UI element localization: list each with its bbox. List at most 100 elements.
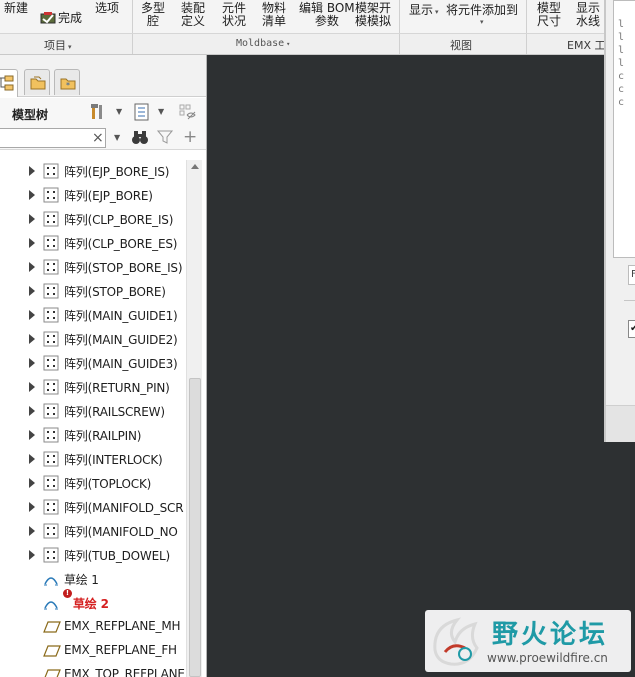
tree-row[interactable]: 阵列(MAIN_GUIDE2) bbox=[0, 328, 186, 350]
tree-row[interactable]: 阵列(STOP_BORE_IS) bbox=[0, 256, 186, 278]
add-component-label: 将元件添加到 bbox=[446, 3, 519, 17]
finish-button[interactable]: 完成 bbox=[58, 12, 82, 25]
binoculars-icon[interactable] bbox=[131, 129, 149, 148]
tree-row-plane[interactable]: EMX_REFPLANE_FH bbox=[0, 640, 186, 662]
tools-icon[interactable] bbox=[89, 103, 107, 124]
ribbon-group-bar: 项目 ▾ Moldbase ▾ 视图 EMX 工 bbox=[0, 33, 635, 54]
navigator-panel: * 模型树 ▼ ▼ × ▼ + 阵列(EJP_BORE_IS) 阵列(EJP_B… bbox=[0, 55, 207, 677]
tab-favorites[interactable]: * bbox=[54, 69, 80, 95]
tree-row[interactable]: 阵列(TUB_DOWEL) bbox=[0, 544, 186, 566]
show-hidden-icon[interactable] bbox=[178, 103, 198, 124]
tree-row[interactable]: 阵列(TOPLOCK) bbox=[0, 472, 186, 494]
expand-arrow-icon[interactable] bbox=[29, 358, 35, 368]
tree-row[interactable]: 阵列(RAILPIN) bbox=[0, 424, 186, 446]
chevron-down-icon[interactable]: ▼ bbox=[116, 107, 122, 116]
tree-row-label: 阵列(EJP_BORE_IS) bbox=[64, 165, 170, 179]
tree-row-label: 阵列(MAIN_GUIDE2) bbox=[64, 333, 178, 347]
tree-row[interactable]: 阵列(MAIN_GUIDE3) bbox=[0, 352, 186, 374]
tree-row-sketch-1[interactable]: 草绘 1 bbox=[0, 568, 186, 590]
scroll-up-icon[interactable] bbox=[191, 164, 199, 169]
edit-bom-params-button[interactable]: 编辑 BOM 参数 bbox=[299, 2, 355, 28]
expand-arrow-icon[interactable] bbox=[29, 286, 35, 296]
tree-row[interactable]: 阵列(MAIN_GUIDE1) bbox=[0, 304, 186, 326]
tree-row[interactable]: 阵列(MANIFOLD_NO bbox=[0, 520, 186, 542]
filter-icon[interactable] bbox=[156, 129, 174, 148]
expand-arrow-icon[interactable] bbox=[29, 526, 35, 536]
assembly-definition-label-2: 定义 bbox=[181, 14, 206, 28]
tab-model-tree[interactable] bbox=[0, 69, 18, 97]
graphics-window[interactable] bbox=[207, 55, 635, 677]
expand-arrow-icon[interactable] bbox=[29, 214, 35, 224]
expand-arrow-icon[interactable] bbox=[29, 238, 35, 248]
pattern-icon bbox=[43, 355, 59, 374]
settings-list-icon[interactable] bbox=[134, 103, 150, 124]
expand-arrow-icon[interactable] bbox=[29, 262, 35, 272]
component-status-button[interactable]: 元件 状况 bbox=[222, 2, 246, 28]
group-project[interactable]: 项目 ▾ bbox=[44, 37, 72, 53]
expand-arrow-icon[interactable] bbox=[29, 478, 35, 488]
tree-row[interactable]: 阵列(RAILSCREW) bbox=[0, 400, 186, 422]
tree-row[interactable]: 阵列(RETURN_PIN) bbox=[0, 376, 186, 398]
svg-text:*: * bbox=[66, 81, 70, 90]
expand-arrow-icon[interactable] bbox=[29, 166, 35, 176]
plus-icon[interactable]: + bbox=[183, 127, 197, 147]
bom-button[interactable]: 物料 清单 bbox=[262, 2, 286, 28]
new-button[interactable]: 新建 bbox=[4, 2, 28, 15]
tree-row[interactable]: 阵列(CLP_BORE_ES) bbox=[0, 232, 186, 254]
pattern-icon bbox=[43, 523, 59, 542]
chevron-down-icon: ▾ bbox=[435, 8, 439, 16]
model-size-button[interactable]: 模型 尺寸 bbox=[537, 2, 561, 28]
tree-row[interactable]: 阵列(STOP_BORE) bbox=[0, 280, 186, 302]
close-icon[interactable]: × bbox=[92, 130, 104, 146]
tree-search-input[interactable] bbox=[0, 128, 106, 148]
tree-row-label: 阵列(CLP_BORE_IS) bbox=[64, 213, 174, 227]
watermark-url: www.proewildfire.cn bbox=[487, 651, 608, 665]
model-tree: 阵列(EJP_BORE_IS) 阵列(EJP_BORE) 阵列(CLP_BORE… bbox=[0, 160, 186, 677]
show-waterline-button[interactable]: 显示 水线 bbox=[576, 2, 600, 28]
pattern-icon bbox=[43, 307, 59, 326]
flame-logo-icon bbox=[429, 614, 487, 671]
tree-scrollbar[interactable] bbox=[186, 160, 202, 677]
group-view[interactable]: 视图 bbox=[450, 37, 472, 53]
scrollbar-thumb[interactable] bbox=[189, 378, 201, 677]
display-dropdown[interactable]: 显示 ▾ bbox=[409, 4, 439, 19]
group-emx-tools[interactable]: EMX 工 bbox=[567, 37, 605, 53]
tree-row-label: 阵列(EJP_BORE) bbox=[64, 189, 153, 203]
tree-row-plane[interactable]: EMX_TOP_REFPLANE bbox=[0, 664, 186, 677]
edit-bom-label-2: 参数 bbox=[314, 14, 339, 28]
options-button[interactable]: 选项 bbox=[95, 2, 119, 15]
tree-row[interactable]: 阵列(CLP_BORE_IS) bbox=[0, 208, 186, 230]
mold-opening-sim-button[interactable]: 模架开 模模拟 bbox=[355, 2, 391, 28]
tree-row-sketch-2[interactable]: ! 草绘 2 bbox=[0, 589, 186, 614]
tree-row-plane[interactable]: EMX_REFPLANE_MH bbox=[0, 616, 186, 638]
chevron-down-icon[interactable]: ▼ bbox=[158, 107, 164, 116]
chevron-down-icon[interactable]: ▼ bbox=[114, 133, 120, 142]
bom-label-2: 清单 bbox=[262, 14, 287, 28]
tree-row[interactable]: 阵列(EJP_BORE) bbox=[0, 184, 186, 206]
tree-row[interactable]: 阵列(INTERLOCK) bbox=[0, 448, 186, 470]
expand-arrow-icon[interactable] bbox=[29, 334, 35, 344]
add-component-dropdown[interactable]: 将元件添加到 bbox=[446, 4, 518, 17]
datum-plane-icon bbox=[43, 667, 61, 677]
expand-arrow-icon[interactable] bbox=[29, 406, 35, 416]
dialog-checkbox[interactable]: ✔ bbox=[628, 320, 635, 338]
watermark: 野火论坛 www.proewildfire.cn bbox=[425, 610, 631, 672]
expand-arrow-icon[interactable] bbox=[29, 502, 35, 512]
tree-row-label: EMX_TOP_REFPLANE bbox=[64, 667, 185, 677]
expand-arrow-icon[interactable] bbox=[29, 190, 35, 200]
tree-row-label-error: 草绘 2 bbox=[73, 597, 109, 611]
expand-arrow-icon[interactable] bbox=[29, 430, 35, 440]
group-moldbase[interactable]: Moldbase ▾ bbox=[236, 38, 290, 49]
assembly-definition-button[interactable]: 装配 定义 bbox=[181, 2, 205, 28]
dialog-listbox[interactable]: l l l l c c c bbox=[613, 0, 635, 258]
multi-cavity-button[interactable]: 多型 腔 bbox=[141, 2, 165, 28]
tree-row[interactable]: 阵列(EJP_BORE_IS) bbox=[0, 160, 186, 182]
tab-folder-browser[interactable] bbox=[24, 69, 50, 95]
list-item-fragment: c bbox=[618, 71, 625, 82]
expand-arrow-icon[interactable] bbox=[29, 310, 35, 320]
expand-arrow-icon[interactable] bbox=[29, 454, 35, 464]
dialog-input-field[interactable]: F bbox=[628, 265, 635, 285]
expand-arrow-icon[interactable] bbox=[29, 382, 35, 392]
tree-row[interactable]: 阵列(MANIFOLD_SCR bbox=[0, 496, 186, 518]
expand-arrow-icon[interactable] bbox=[29, 550, 35, 560]
